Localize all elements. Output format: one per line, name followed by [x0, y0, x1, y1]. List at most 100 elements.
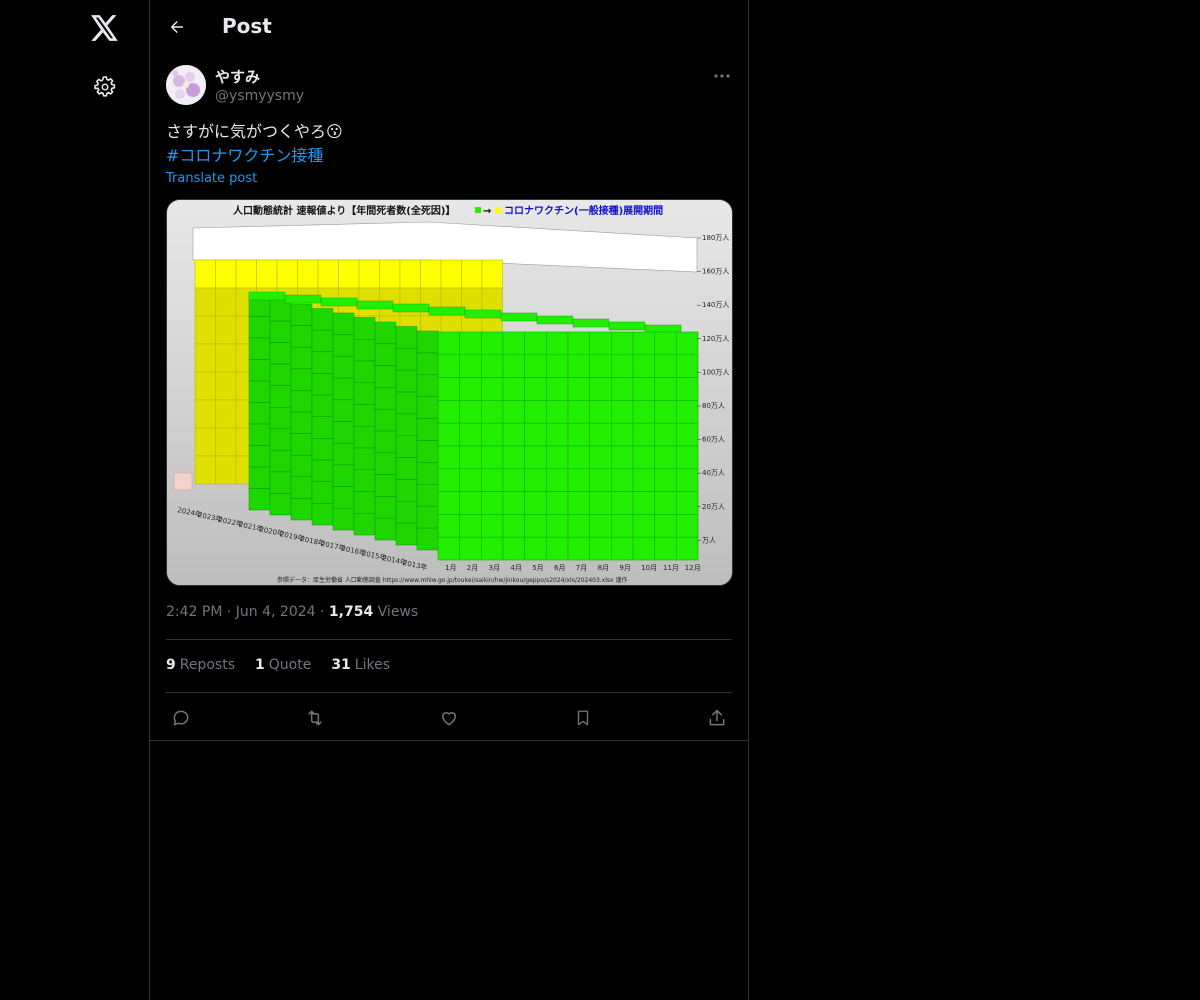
green-front-cell — [567, 536, 590, 561]
post-date[interactable]: Jun 4, 2024 — [236, 604, 316, 620]
green-front-cell — [524, 514, 547, 538]
green-front-cell — [459, 331, 482, 356]
post-meta: 2:42 PM · Jun 4, 2024 · 1,754 Views — [166, 604, 418, 620]
green-front-cell — [481, 491, 504, 515]
green-side-cell — [332, 486, 355, 509]
green-front-cell — [611, 354, 634, 378]
yellow-block — [215, 427, 237, 457]
green-front-cell — [437, 377, 460, 401]
like-heart-icon[interactable] — [434, 704, 464, 732]
green-front-cell — [481, 514, 504, 538]
green-front-cell — [632, 377, 655, 401]
green-side-cell — [395, 522, 418, 546]
likes-label: Likes — [354, 657, 391, 673]
green-top-cell — [356, 300, 394, 310]
green-front-cell — [437, 514, 460, 538]
green-top-cell — [248, 291, 286, 301]
yellow-block — [256, 259, 278, 289]
y-tick-label: 80万人 — [702, 402, 725, 410]
green-front-cell — [632, 422, 655, 447]
left-rail — [0, 0, 149, 1000]
user-handle[interactable]: @ysmyysmy — [215, 88, 304, 104]
green-front-cell — [481, 422, 504, 447]
green-front-cell — [524, 468, 547, 492]
green-side-cell — [374, 343, 397, 366]
green-side-cell — [290, 411, 313, 434]
quote-stat[interactable]: 1 Quote — [255, 657, 311, 673]
green-front-cell — [676, 468, 699, 492]
green-side-cell — [353, 317, 376, 340]
green-top-cell — [428, 306, 466, 316]
green-side-cell — [311, 329, 334, 353]
more-options-icon[interactable] — [710, 66, 734, 86]
green-side-cell — [416, 418, 439, 441]
green-front-cell — [459, 400, 482, 424]
green-side-cell — [416, 440, 439, 463]
green-front-cell — [654, 354, 677, 378]
green-side-cell — [416, 330, 439, 354]
green-side-cell — [290, 325, 313, 348]
green-side-cell — [332, 442, 355, 466]
green-front-cell — [676, 354, 699, 378]
reposts-stat[interactable]: 9 Reposts — [166, 657, 235, 673]
green-side-cell — [395, 326, 418, 349]
yellow-block — [338, 259, 360, 289]
green-side-cell — [332, 421, 355, 444]
translate-post-link[interactable]: Translate post — [166, 171, 257, 186]
green-front-cell — [611, 468, 634, 492]
yellow-block — [194, 287, 216, 317]
green-front-cell — [676, 491, 699, 515]
back-arrow-icon[interactable] — [164, 14, 190, 40]
green-side-cell — [353, 491, 376, 514]
green-side-cell — [374, 496, 397, 519]
bookmark-icon[interactable] — [568, 704, 598, 732]
green-side-cell — [269, 450, 292, 473]
green-front-cell — [676, 536, 699, 561]
green-front-cell — [459, 491, 482, 515]
yellow-block — [481, 259, 503, 289]
green-side-cell — [248, 359, 271, 382]
x-logo-icon[interactable] — [90, 13, 120, 43]
x-tick-label: 1月 — [445, 564, 456, 572]
reply-icon[interactable] — [166, 704, 196, 732]
green-front-cell — [611, 400, 634, 424]
share-icon[interactable] — [702, 704, 732, 732]
green-side-cell — [416, 352, 439, 376]
green-front-cell — [589, 491, 612, 515]
post-time[interactable]: 2:42 PM — [166, 604, 222, 620]
avatar[interactable] — [166, 65, 206, 105]
green-side-cell — [416, 396, 439, 419]
settings-gear-icon[interactable] — [91, 73, 119, 101]
green-side-cell — [269, 363, 292, 386]
green-front-cell — [502, 354, 525, 378]
likes-stat[interactable]: 31 Likes — [331, 657, 390, 673]
green-front-cell — [654, 468, 677, 492]
green-side-cell — [332, 399, 355, 422]
green-front-cell — [524, 354, 547, 378]
green-side-cell — [269, 342, 292, 365]
green-front-cell — [546, 422, 569, 447]
green-side-cell — [374, 321, 397, 345]
green-top-cell — [608, 321, 646, 331]
yellow-block — [379, 259, 401, 289]
green-top-cell — [536, 315, 574, 325]
post-image[interactable]: 人口動態統計 速報値より【年間死者数(全死因)】 → コロナワクチン(一般接種)… — [166, 199, 733, 586]
x-tick-label: 5月 — [532, 564, 543, 572]
divider — [166, 692, 732, 693]
repost-icon[interactable] — [300, 704, 330, 732]
page-title: Post — [222, 14, 272, 38]
green-front-cell — [654, 331, 677, 356]
green-front-cell — [632, 468, 655, 492]
x-tick-label: 4月 — [510, 564, 521, 572]
user-display-name[interactable]: やすみ — [215, 66, 260, 87]
green-front-cell — [437, 422, 460, 447]
green-side-cell — [374, 474, 397, 497]
x-tick-label: 12月 — [685, 564, 701, 572]
green-side-cell — [353, 360, 376, 383]
yellow-block — [215, 315, 237, 345]
hashtag-link[interactable]: #コロナワクチン接種 — [166, 144, 343, 168]
green-front-cell — [437, 468, 460, 492]
green-side-cell — [269, 493, 292, 516]
green-side-cell — [374, 517, 397, 541]
yellow-block — [194, 455, 216, 485]
